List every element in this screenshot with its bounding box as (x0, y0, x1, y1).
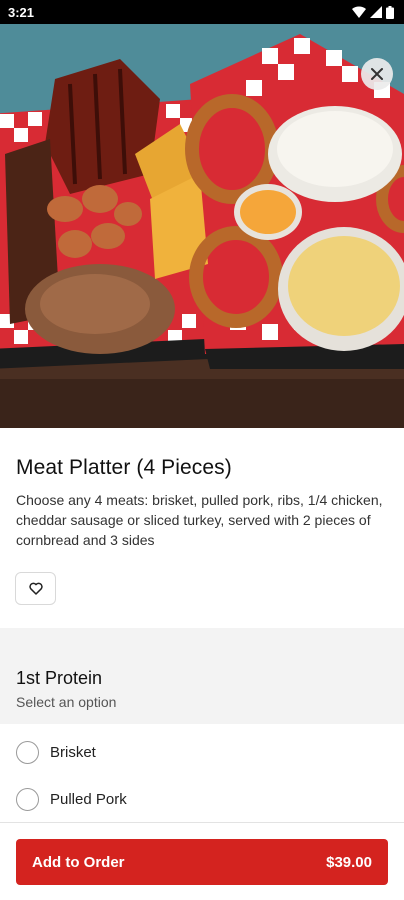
item-description: Choose any 4 meats: brisket, pulled pork… (16, 492, 383, 548)
option-group-title: 1st Protein (16, 668, 103, 688)
cellular-icon (370, 6, 382, 18)
battery-icon (386, 5, 394, 19)
close-button[interactable] (361, 58, 393, 90)
close-icon (371, 68, 383, 80)
add-to-order-label: Add to Order (32, 853, 125, 871)
heart-icon (28, 582, 43, 595)
option-label: Brisket (50, 743, 96, 761)
price: $39.00 (326, 853, 372, 871)
option-list: Brisket Pulled Pork (0, 724, 404, 824)
add-to-order-button[interactable]: Add to Order $39.00 (16, 839, 388, 885)
option-pulled-pork[interactable]: Pulled Pork (0, 780, 404, 818)
item-title: Meat Platter (4 Pieces) (16, 456, 232, 479)
favorite-button[interactable] (15, 572, 56, 605)
option-label: Pulled Pork (50, 790, 127, 808)
status-bar: 3:21 (0, 0, 404, 24)
radio-button[interactable] (16, 740, 39, 764)
radio-button[interactable] (16, 787, 39, 811)
status-icons (352, 5, 394, 19)
bottom-bar: Add to Order $39.00 (0, 822, 404, 900)
wifi-icon (352, 6, 366, 18)
item-photo (0, 24, 404, 428)
option-group-subtitle: Select an option (16, 694, 117, 710)
option-brisket[interactable]: Brisket (0, 733, 404, 771)
status-time: 3:21 (8, 4, 35, 20)
item-info: Meat Platter (4 Pieces) Choose any 4 mea… (0, 428, 404, 628)
option-group-header: 1st Protein Select an option (0, 628, 404, 724)
